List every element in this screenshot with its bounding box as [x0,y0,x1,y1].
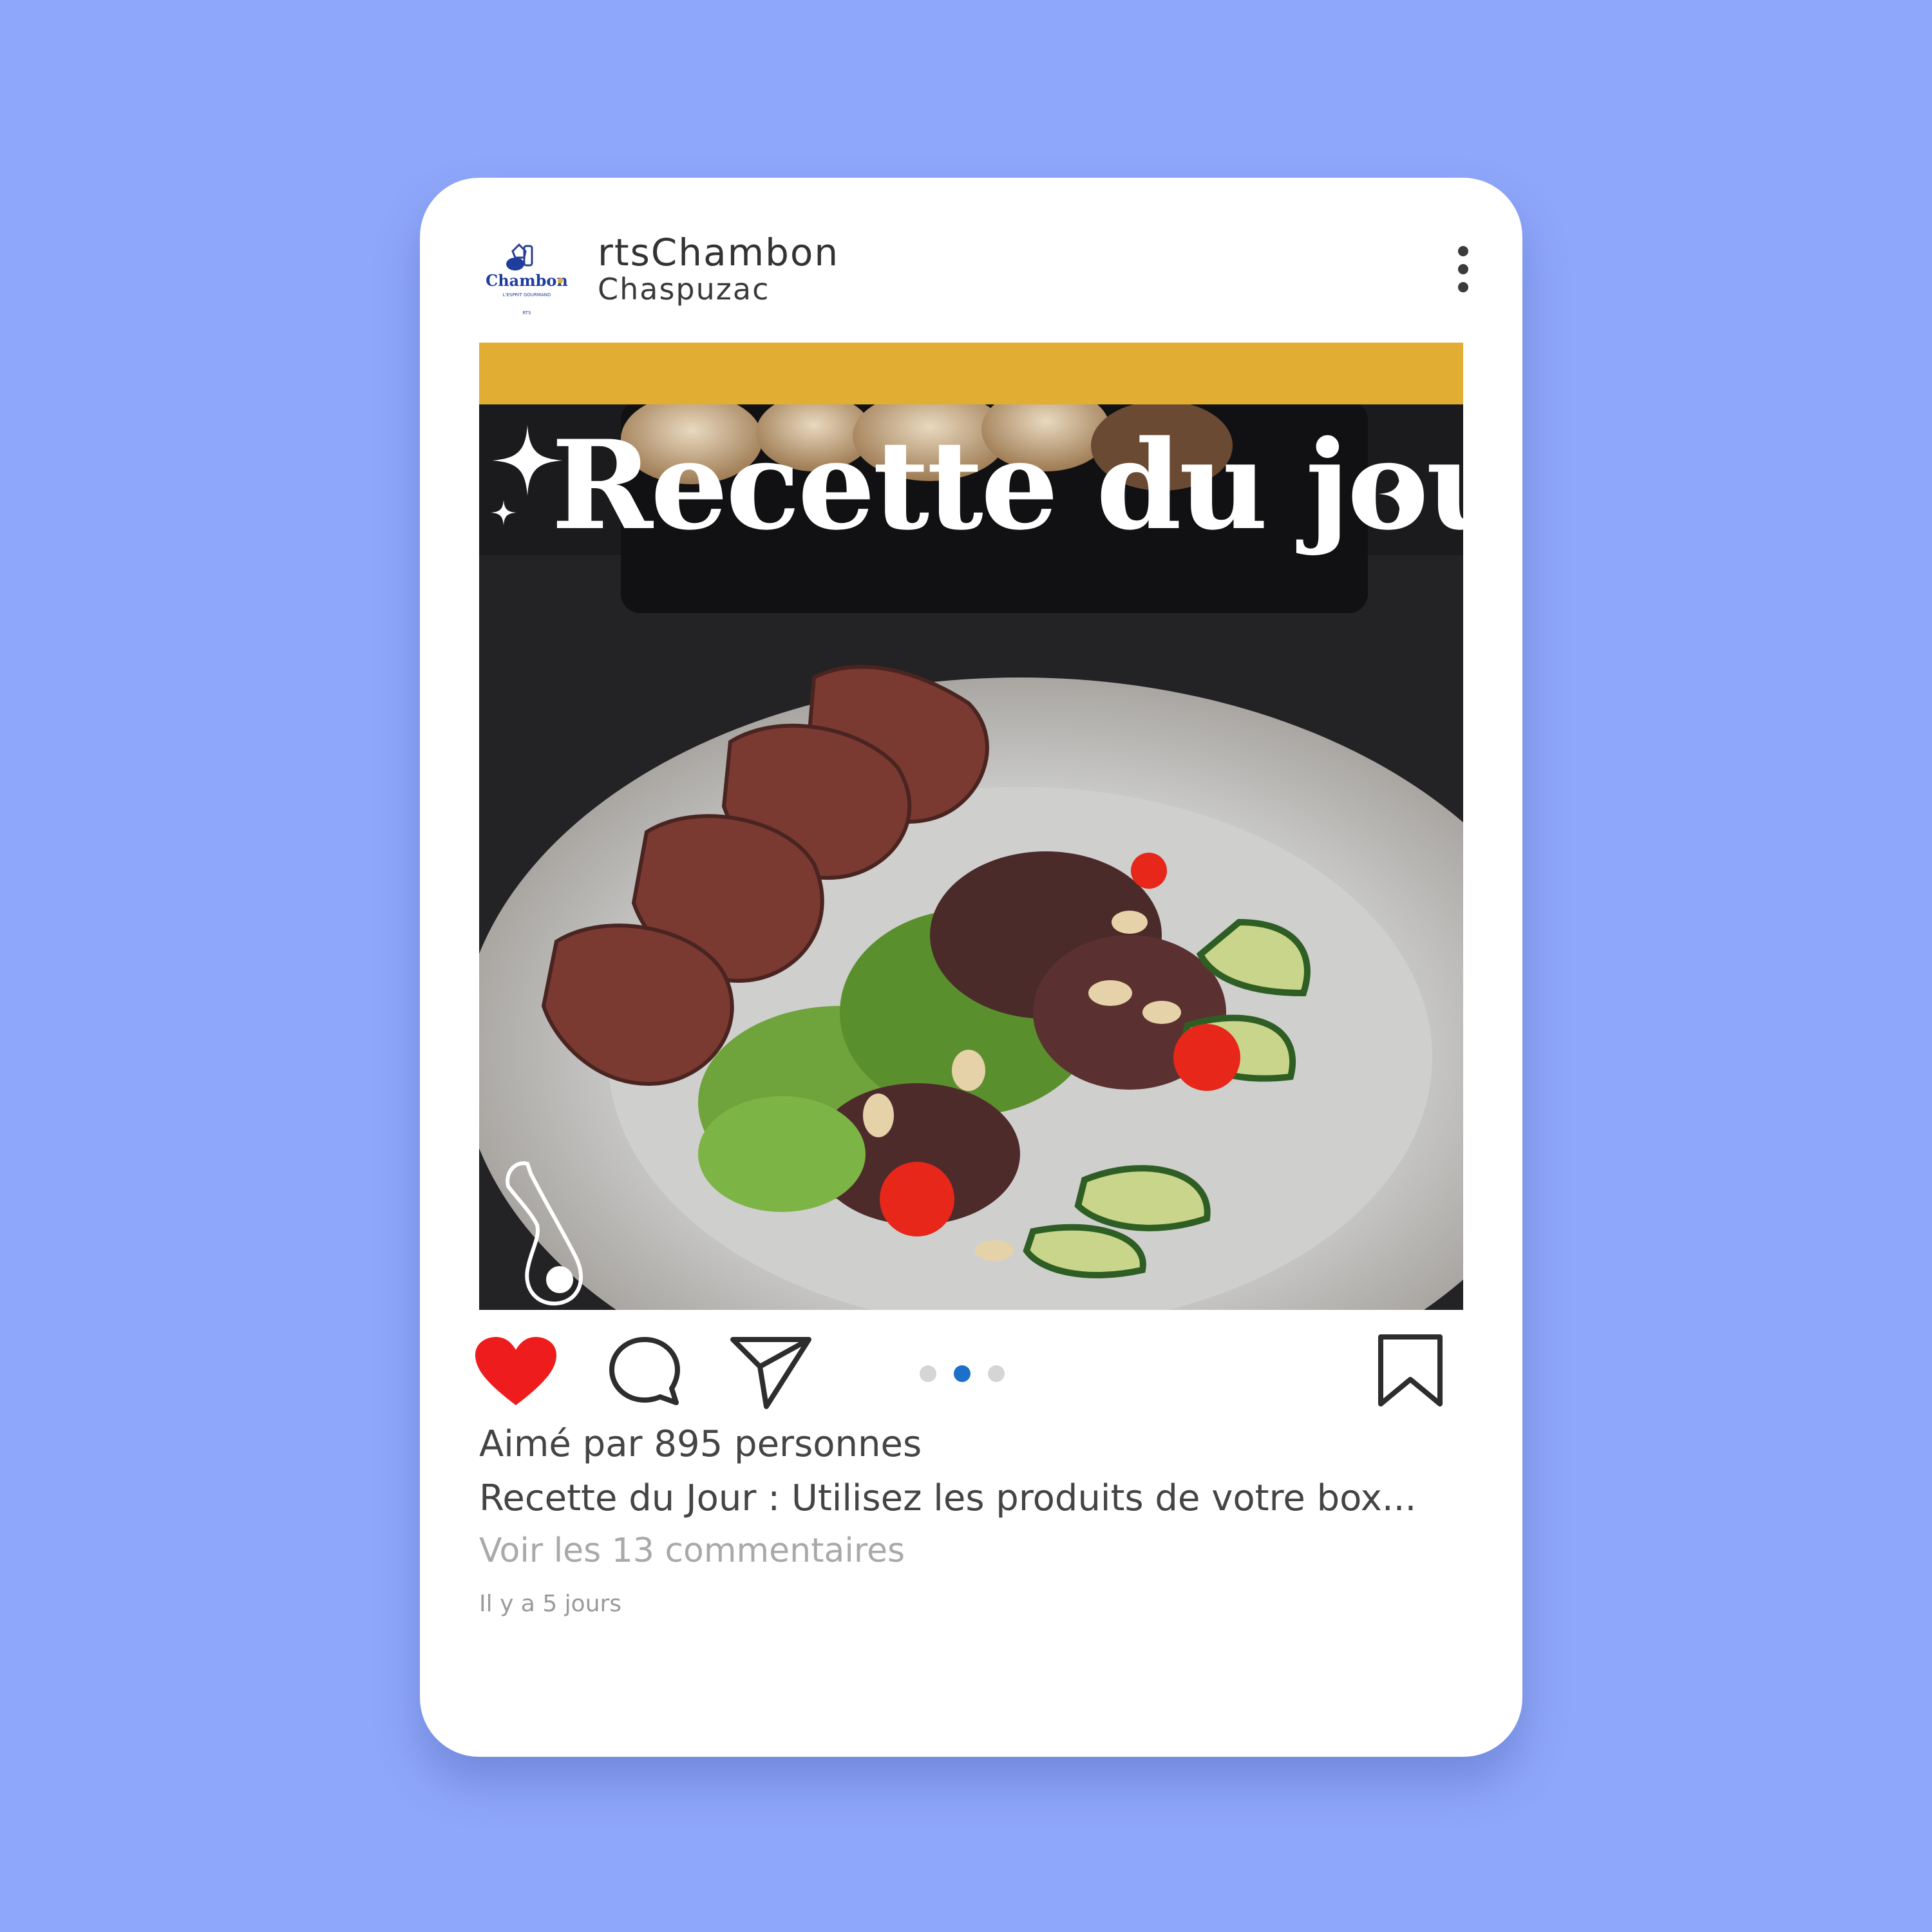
post-username[interactable]: rtsChambon [598,231,839,274]
carousel-indicator [920,1365,1022,1385]
image-top-banner [479,343,1463,404]
bookmark-icon[interactable] [1377,1333,1444,1408]
sparkle-icon [1378,471,1423,516]
carousel-dot-active [954,1365,971,1382]
post-timestamp: Il y a 5 jours [479,1591,622,1617]
post-location[interactable]: Chaspuzac [598,272,770,307]
instagram-post-card: Chambon L'ESPRIT GOURMAND RTS rtsChambon… [420,178,1522,1757]
carousel-dot [920,1365,936,1382]
more-vertical-icon[interactable] [1444,246,1482,304]
sparkle-icon [492,425,563,496]
likes-count[interactable]: Aimé par 895 personnes [479,1423,922,1465]
avatar-subtext: RTS [522,310,531,316]
carousel-dot [988,1365,1005,1382]
comment-icon[interactable] [608,1336,681,1408]
action-bar [420,1332,1522,1416]
image-overlay-title: Recette du jour [551,413,1463,557]
send-icon[interactable] [729,1334,813,1410]
avatar-tagline: L'ESPRIT GOURMAND [503,292,551,298]
sparkle-icon [491,500,516,526]
view-comments-link[interactable]: Voir les 13 commentaires [479,1531,905,1570]
avatar-logo-text: Chambon [486,271,568,290]
profile-avatar[interactable]: Chambon L'ESPRIT GOURMAND RTS [479,232,574,327]
post-caption[interactable]: Recette du Jour : Utilisez les produits … [479,1477,1416,1519]
post-image[interactable]: Recette du jour [479,343,1463,1310]
heart-icon[interactable] [474,1336,558,1408]
